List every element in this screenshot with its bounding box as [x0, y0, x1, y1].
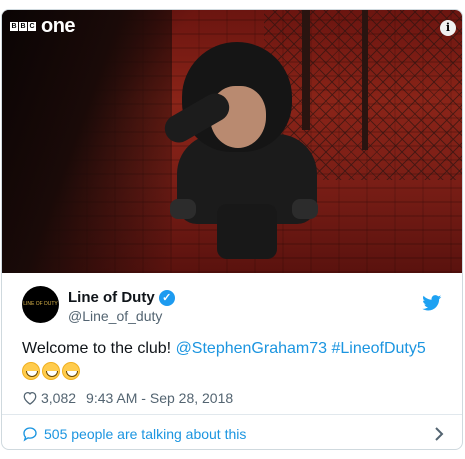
figure-legs [217, 204, 277, 259]
grinning-face-icon [42, 362, 60, 380]
bbc-letter: B [10, 21, 18, 31]
figure-shoe [292, 199, 318, 219]
author-name-row[interactable]: Line of Duty ✓ [68, 289, 175, 306]
tweet-media-image[interactable]: B B C one i [2, 10, 462, 273]
heart-icon[interactable] [22, 391, 38, 405]
author-handle[interactable]: @Line_of_duty [68, 308, 162, 324]
tweet-text: Welcome to the club! @StephenGraham73 #L… [22, 339, 447, 359]
avatar[interactable]: LINE OF DUTY [22, 286, 59, 323]
talking-count-text[interactable]: 505 people are talking about this [44, 426, 246, 442]
shadow-area [2, 10, 172, 273]
twitter-bird-icon[interactable] [422, 295, 442, 311]
tweet-text-prefix: Welcome to the club! [22, 340, 176, 357]
like-count[interactable]: 3,082 [41, 390, 76, 406]
verified-icon: ✓ [158, 289, 175, 306]
bbc-one-logo: B B C one [10, 15, 76, 37]
embedded-tweet-card: B B C one i LINE OF DUTY Line of Duty ✓ … [1, 9, 463, 450]
bbc-letter: B [19, 21, 27, 31]
bbc-blocks: B B C [10, 21, 36, 31]
conversation-link[interactable]: 505 people are talking about this [22, 422, 447, 446]
channel-brand: one [41, 15, 76, 37]
emoji-group [22, 362, 80, 380]
figure-shoe [170, 199, 196, 219]
hashtag-link[interactable]: #LineofDuty5 [331, 340, 425, 357]
bbc-letter: C [28, 21, 36, 31]
timestamp[interactable]: 9:43 AM - Sep 28, 2018 [86, 390, 233, 406]
info-icon[interactable]: i [440, 20, 456, 36]
author-name[interactable]: Line of Duty [68, 289, 155, 306]
chevron-right-icon[interactable] [433, 426, 445, 442]
fence-post [362, 10, 368, 150]
grinning-face-icon [62, 362, 80, 380]
mention-link[interactable]: @StephenGraham73 [176, 340, 327, 357]
hooded-man-figure [152, 34, 332, 264]
comment-icon [23, 427, 37, 442]
tweet-meta: 3,082 9:43 AM - Sep 28, 2018 [22, 390, 233, 406]
grinning-face-icon [22, 362, 40, 380]
divider [2, 414, 462, 415]
